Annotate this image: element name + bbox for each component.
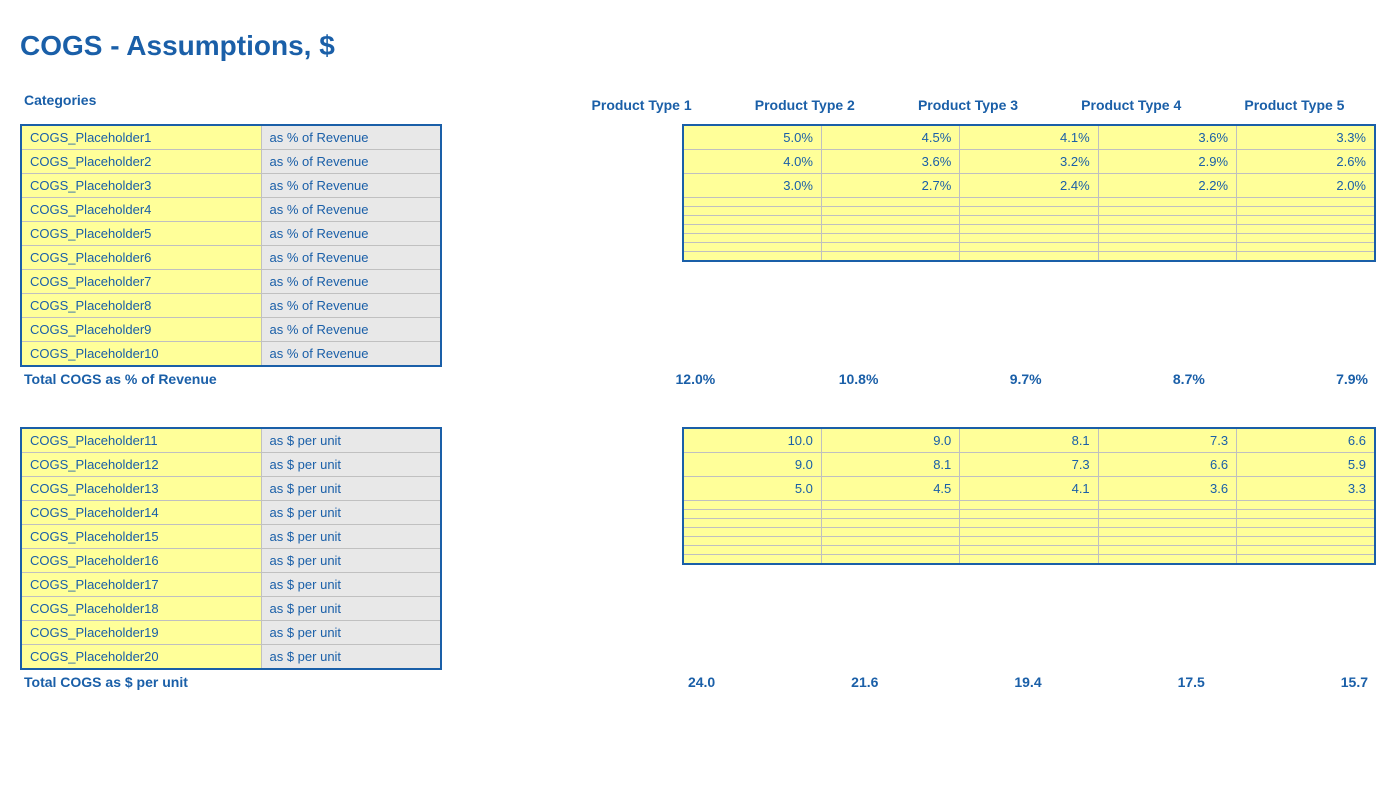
table-row: 4.0%3.6%3.2%2.9%2.6% [683,150,1375,174]
table-row: COGS_Placeholder1as % of Revenue [21,125,441,150]
table-row [683,216,1375,225]
table-row [683,234,1375,243]
table-row [683,243,1375,252]
table-row: COGS_Placeholder6as % of Revenue [21,246,441,270]
table-row [683,510,1375,519]
section2-left-table: COGS_Placeholder11as $ per unitCOGS_Plac… [20,427,442,670]
table-row [683,207,1375,216]
total-value: 19.4 [886,674,1049,690]
total-value: 7.9% [1213,371,1376,387]
table-row: 9.08.17.36.65.9 [683,453,1375,477]
column-header: Product Type 4 [1050,96,1213,114]
table-row: COGS_Placeholder7as % of Revenue [21,270,441,294]
table-row: COGS_Placeholder10as % of Revenue [21,342,441,367]
section1-right-table: 5.0%4.5%4.1%3.6%3.3%4.0%3.6%3.2%2.9%2.6%… [682,124,1376,262]
table-row: 5.0%4.5%4.1%3.6%3.3% [683,125,1375,150]
table-row [683,528,1375,537]
column-header: Product Type 2 [723,96,886,114]
total-value: 10.8% [723,371,886,387]
table-row: COGS_Placeholder18as $ per unit [21,597,441,621]
table-row [683,537,1375,546]
table-row: COGS_Placeholder3as % of Revenue [21,174,441,198]
table-row: 3.0%2.7%2.4%2.2%2.0% [683,174,1375,198]
page-title: COGS - Assumptions, $ [20,30,1376,62]
table-row: COGS_Placeholder8as % of Revenue [21,294,441,318]
section2-total-label: Total COGS as $ per unit [20,674,440,690]
categories-label: Categories [20,92,440,108]
table-row: COGS_Placeholder2as % of Revenue [21,150,441,174]
total-value: 21.6 [723,674,886,690]
table-row [683,501,1375,510]
total-value: 17.5 [1050,674,1213,690]
table-row: 5.04.54.13.63.3 [683,477,1375,501]
table-row: COGS_Placeholder14as $ per unit [21,501,441,525]
total-value: 15.7 [1213,674,1376,690]
table-row: COGS_Placeholder16as $ per unit [21,549,441,573]
table-row: COGS_Placeholder12as $ per unit [21,453,441,477]
table-row: 10.09.08.17.36.6 [683,428,1375,453]
table-row: COGS_Placeholder17as $ per unit [21,573,441,597]
total-value: 8.7% [1050,371,1213,387]
column-header: Product Type 1 [560,96,723,114]
total-value: 24.0 [560,674,723,690]
table-row: COGS_Placeholder19as $ per unit [21,621,441,645]
section2: COGS_Placeholder11as $ per unitCOGS_Plac… [20,427,1376,690]
total-value: 12.0% [560,371,723,387]
section1-left-table: COGS_Placeholder1as % of RevenueCOGS_Pla… [20,124,442,367]
total-value: 9.7% [886,371,1049,387]
table-row: COGS_Placeholder4as % of Revenue [21,198,441,222]
table-row [683,519,1375,528]
table-row [683,252,1375,262]
section2-right-table: 10.09.08.17.36.69.08.17.36.65.95.04.54.1… [682,427,1376,565]
table-row: COGS_Placeholder11as $ per unit [21,428,441,453]
table-row: COGS_Placeholder13as $ per unit [21,477,441,501]
table-row: COGS_Placeholder20as $ per unit [21,645,441,670]
table-row: COGS_Placeholder15as $ per unit [21,525,441,549]
section1-total-label: Total COGS as % of Revenue [20,371,440,387]
column-header: Product Type 3 [886,96,1049,114]
table-row [683,555,1375,565]
section1: COGS_Placeholder1as % of RevenueCOGS_Pla… [20,124,1376,387]
column-header: Product Type 5 [1213,96,1376,114]
table-row [683,225,1375,234]
table-row [683,198,1375,207]
table-row [683,546,1375,555]
table-row: COGS_Placeholder9as % of Revenue [21,318,441,342]
table-row: COGS_Placeholder5as % of Revenue [21,222,441,246]
